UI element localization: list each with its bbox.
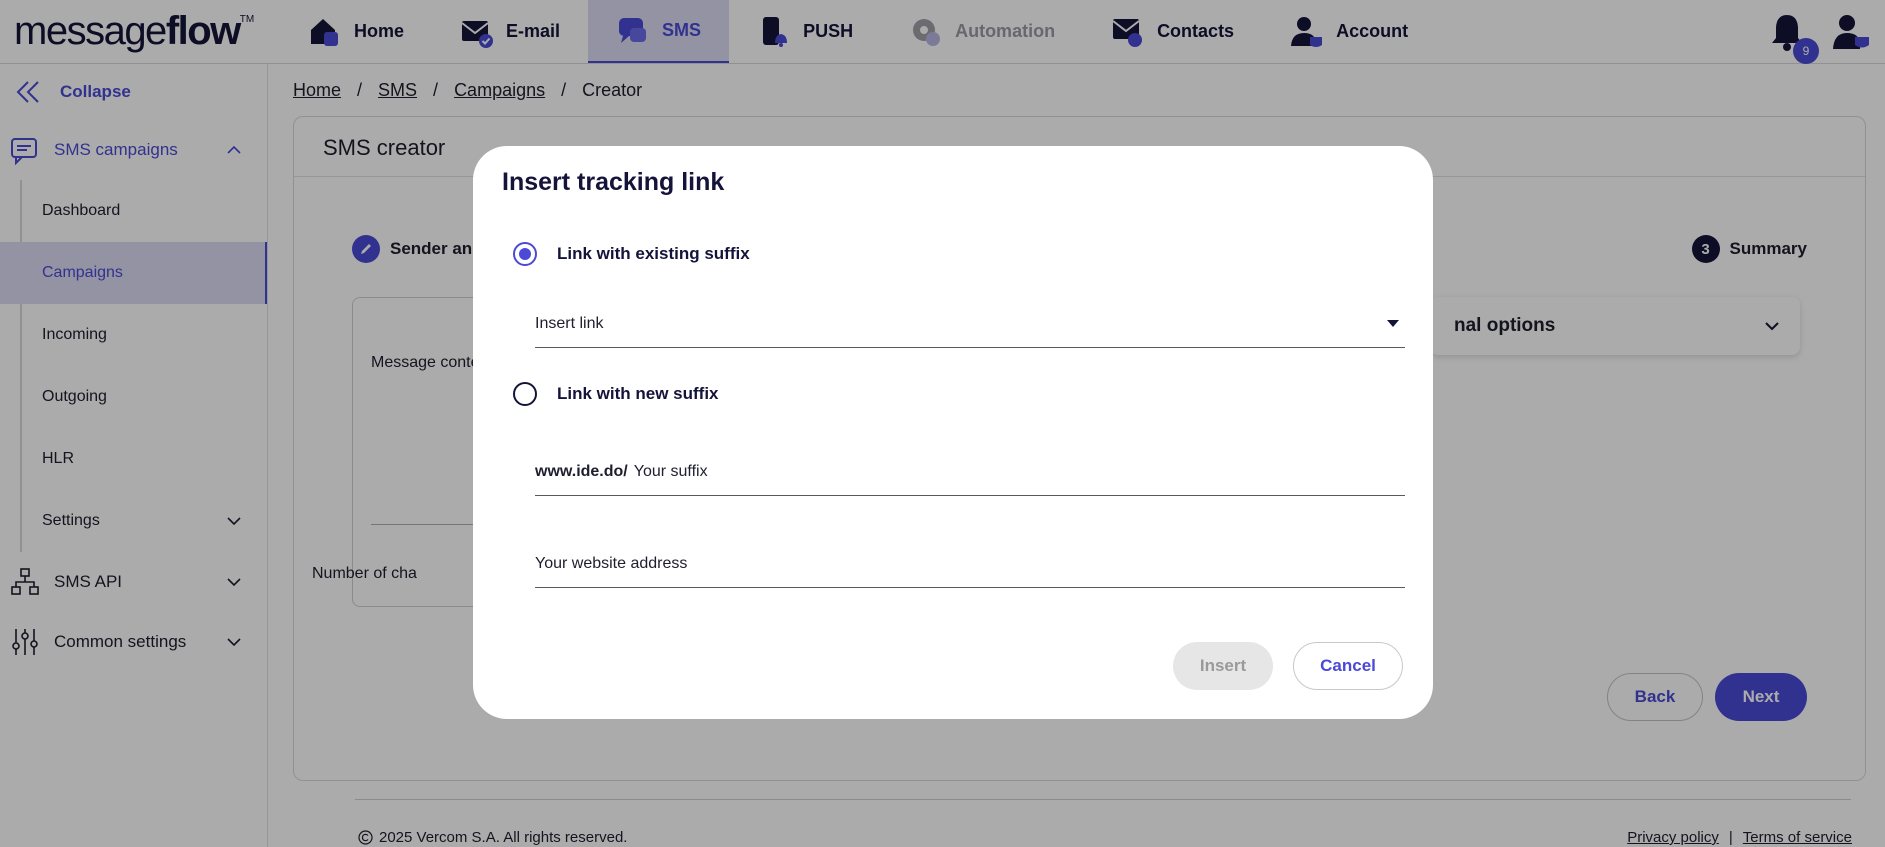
domain-prefix: www.ide.do/ <box>535 462 628 480</box>
dialog-title: Insert tracking link <box>502 168 725 196</box>
cancel-button[interactable]: Cancel <box>1293 642 1403 690</box>
insert-button[interactable]: Insert <box>1173 642 1273 690</box>
insert-link-placeholder: Insert link <box>535 314 604 332</box>
option-existing-suffix[interactable]: Link with existing suffix <box>513 242 750 266</box>
insert-tracking-link-dialog: Insert tracking link Link with existing … <box>473 146 1433 719</box>
radio-new-suffix[interactable] <box>513 382 537 406</box>
option-new-suffix[interactable]: Link with new suffix <box>513 382 719 406</box>
website-address-field <box>535 540 1405 588</box>
website-address-input[interactable] <box>535 554 1405 573</box>
insert-link-dropdown[interactable]: Insert link <box>535 300 1405 348</box>
option-existing-suffix-label: Link with existing suffix <box>557 244 750 263</box>
caret-down-icon <box>1387 320 1399 327</box>
option-new-suffix-label: Link with new suffix <box>557 384 719 403</box>
radio-existing-suffix[interactable] <box>513 242 537 266</box>
suffix-field: www.ide.do/ <box>535 448 1405 496</box>
suffix-input[interactable] <box>633 462 1405 481</box>
